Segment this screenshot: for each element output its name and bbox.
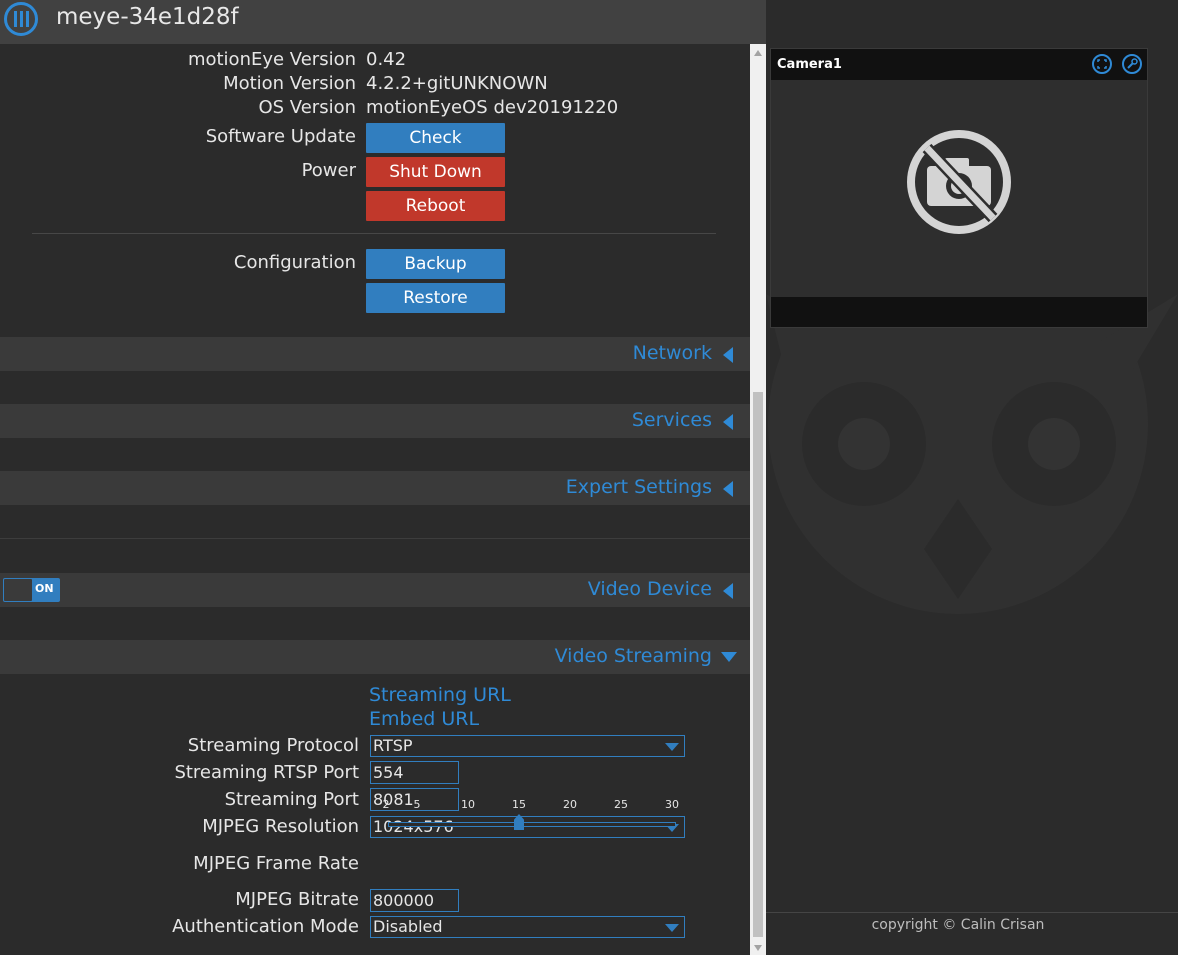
embed-url-link[interactable]: Embed URL (369, 708, 479, 730)
section-separator (0, 538, 750, 539)
rtsp-port-input[interactable] (370, 761, 459, 784)
os-version-label: OS Version (258, 97, 356, 118)
os-version-row: OS Version motionEyeOS dev20191220 (0, 97, 750, 121)
dropdown-arrow-icon (665, 924, 679, 932)
auth-mode-select[interactable]: Disabled (370, 916, 685, 938)
mjpeg-framerate-label: MJPEG Frame Rate (193, 853, 359, 874)
software-update-label: Software Update (205, 126, 356, 147)
auth-mode-label: Authentication Mode (172, 916, 359, 937)
dropdown-arrow-icon (665, 743, 679, 751)
section-expert-settings[interactable]: Expert Settings (0, 471, 750, 505)
section-video-device-title: Video Device (587, 578, 712, 600)
streaming-protocol-value: RTSP (373, 736, 413, 755)
copyright-text: copyright © Calin Crisan (871, 917, 1045, 933)
section-services[interactable]: Services (0, 404, 750, 438)
collapse-arrow-icon (723, 414, 733, 430)
expand-arrow-icon (721, 652, 737, 662)
footer-divider (766, 912, 1178, 913)
section-network[interactable]: Network (0, 337, 750, 371)
streaming-protocol-label: Streaming Protocol (187, 735, 359, 756)
reboot-button[interactable]: Reboot (366, 191, 505, 221)
toggle-label: ON (35, 582, 54, 595)
restore-button[interactable]: Restore (366, 283, 505, 313)
camera-frame: Camera1 (770, 48, 1148, 328)
wrench-icon[interactable] (1122, 54, 1142, 74)
camera-top-bar: Camera1 (771, 49, 1147, 79)
section-video-streaming[interactable]: Video Streaming (0, 640, 750, 674)
motion-version-row: Motion Version 4.2.2+gitUNKNOWN (0, 73, 750, 97)
collapse-arrow-icon (723, 481, 733, 497)
scrollbar[interactable] (750, 44, 766, 955)
scroll-down-icon[interactable] (754, 945, 762, 951)
motioneye-version-value: 0.42 (366, 49, 407, 70)
mjpeg-bitrate-input[interactable] (370, 889, 459, 912)
camera-panel: Camera1 copyright © Calin Crisan (766, 44, 1178, 955)
framerate-tick: 30 (665, 798, 679, 811)
menu-icon[interactable] (4, 2, 38, 36)
toggle-knob (4, 579, 32, 601)
collapse-arrow-icon (723, 347, 733, 363)
mjpeg-resolution-label: MJPEG Resolution (202, 816, 359, 837)
divider (32, 233, 716, 234)
framerate-tick: 20 (563, 798, 577, 811)
page-title: meye-34e1d28f (56, 4, 239, 30)
framerate-tick: 10 (461, 798, 475, 811)
top-bar-right (766, 0, 1178, 44)
power-label: Power (301, 160, 356, 181)
streaming-port-label: Streaming Port (224, 789, 359, 810)
camera-bottom-bar (771, 298, 1147, 327)
shutdown-button[interactable]: Shut Down (366, 157, 505, 187)
section-expert-title: Expert Settings (565, 476, 712, 498)
no-camera-icon (907, 130, 1011, 234)
configuration-label: Configuration (233, 252, 356, 273)
collapse-arrow-icon (723, 583, 733, 599)
framerate-ticks: 2 5 10 15 20 25 30 (370, 798, 685, 812)
mjpeg-resolution-value: 1024x576 (373, 817, 454, 837)
streaming-url-link[interactable]: Streaming URL (369, 684, 511, 706)
framerate-tick: 25 (614, 798, 628, 811)
framerate-slider-track[interactable] (388, 822, 676, 827)
framerate-tick: 15 (512, 798, 526, 811)
video-device-toggle[interactable]: ON (3, 578, 60, 602)
top-bar: meye-34e1d28f (0, 0, 766, 44)
backup-button[interactable]: Backup (366, 249, 505, 279)
motion-version-label: Motion Version (223, 73, 356, 94)
check-update-button[interactable]: Check (366, 123, 505, 153)
framerate-tick: 2 (382, 798, 390, 811)
auth-mode-value: Disabled (373, 917, 443, 936)
mjpeg-resolution-select[interactable]: 1024x576 (370, 816, 685, 838)
streaming-protocol-select[interactable]: RTSP (370, 735, 685, 757)
rtsp-port-label: Streaming RTSP Port (174, 762, 359, 783)
framerate-tick: 5 (413, 798, 421, 811)
motion-version-value: 4.2.2+gitUNKNOWN (366, 73, 548, 94)
section-video-device[interactable]: Video Device (0, 573, 750, 607)
scroll-up-icon[interactable] (754, 50, 762, 56)
camera-view[interactable] (771, 80, 1147, 297)
section-services-title: Services (631, 409, 712, 431)
camera-name: Camera1 (777, 57, 842, 72)
section-video-streaming-title: Video Streaming (554, 645, 712, 667)
motioneye-version-label: motionEye Version (187, 49, 356, 70)
section-network-title: Network (632, 342, 712, 364)
scrollbar-thumb[interactable] (753, 392, 763, 937)
motioneye-version-row: motionEye Version 0.42 (0, 49, 750, 73)
mjpeg-bitrate-label: MJPEG Bitrate (235, 889, 359, 910)
os-version-value: motionEyeOS dev20191220 (366, 97, 619, 118)
settings-panel: motionEye Version 0.42 Motion Version 4.… (0, 44, 750, 955)
fullscreen-icon[interactable] (1092, 54, 1112, 74)
